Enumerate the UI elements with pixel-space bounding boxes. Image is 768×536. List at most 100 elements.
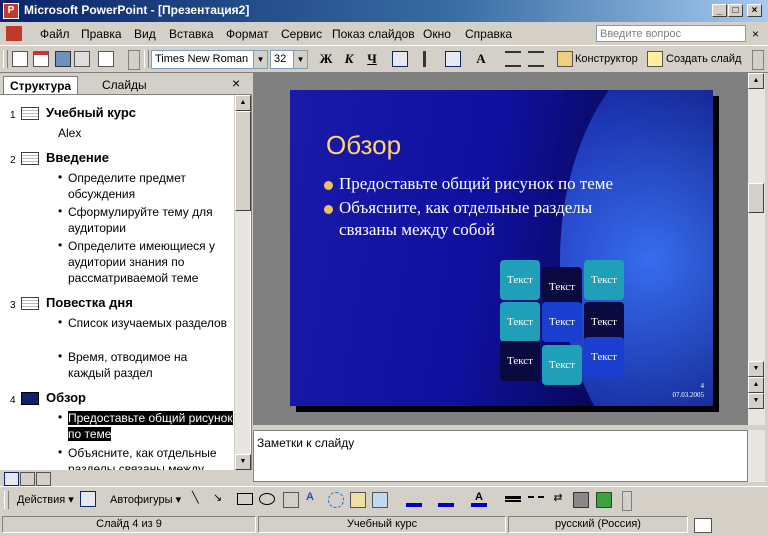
bold-button[interactable]: Ж bbox=[318, 51, 334, 67]
numbered-list-icon[interactable] bbox=[423, 51, 439, 67]
scroll-thumb[interactable] bbox=[748, 183, 764, 213]
tab-slides[interactable]: Слайды bbox=[96, 76, 153, 94]
minimize-button[interactable]: _ bbox=[712, 4, 727, 17]
font-size-select[interactable]: 32 ▼ bbox=[270, 50, 308, 69]
slide-title[interactable]: Обзор bbox=[326, 130, 401, 161]
clipart-icon[interactable] bbox=[350, 492, 366, 508]
outline-slide-title[interactable]: Учебный курс bbox=[46, 105, 136, 120]
slide-icon[interactable] bbox=[21, 297, 39, 310]
print-icon[interactable] bbox=[74, 51, 90, 67]
shadow-style-icon[interactable] bbox=[573, 492, 589, 508]
oval-tool-icon[interactable] bbox=[259, 493, 275, 505]
diagram-icon[interactable] bbox=[328, 492, 344, 508]
line-style-icon[interactable] bbox=[505, 496, 521, 502]
autoshapes-menu[interactable]: Автофигуры ▾ bbox=[110, 493, 181, 506]
save-icon[interactable] bbox=[55, 51, 71, 67]
previous-slide-icon[interactable]: ▲ bbox=[748, 377, 764, 393]
arrow-tool-icon[interactable]: ↘ bbox=[213, 491, 229, 507]
outline-bullet[interactable]: Определите предмет обсуждения bbox=[68, 170, 233, 202]
picture-icon[interactable] bbox=[372, 492, 388, 508]
slide-icon[interactable] bbox=[21, 152, 39, 165]
slide-icon-selected[interactable] bbox=[21, 392, 39, 405]
menu-format[interactable]: Формат bbox=[226, 27, 269, 41]
underline-button[interactable]: Ч bbox=[364, 51, 380, 67]
outline-subtitle[interactable]: Alex bbox=[58, 125, 223, 141]
toolbar-grip-2[interactable] bbox=[144, 50, 149, 68]
maximize-button[interactable]: □ bbox=[728, 4, 743, 17]
outline-bullet[interactable]: Сформулируйте тему для аудитории bbox=[68, 204, 233, 236]
italic-button[interactable]: К bbox=[341, 51, 357, 67]
outline-bullet[interactable]: Список изучаемых разделов bbox=[68, 315, 233, 331]
menu-tools[interactable]: Сервис bbox=[281, 27, 322, 41]
menu-view[interactable]: Вид bbox=[134, 27, 156, 41]
outline-bullet-selected[interactable]: Предоставьте общий рисунок по теме bbox=[68, 410, 233, 442]
scroll-up-icon[interactable]: ▲ bbox=[235, 95, 251, 111]
notes-pane[interactable]: Заметки к слайду bbox=[253, 430, 748, 482]
pane-close-icon[interactable]: × bbox=[232, 75, 240, 91]
outline-bullet[interactable]: Определите имеющиеся у аудитории знания … bbox=[68, 238, 233, 286]
menu-slideshow[interactable]: Показ слайдов bbox=[332, 27, 415, 41]
bulleted-list-icon[interactable] bbox=[445, 51, 461, 67]
toolbar-options-icon-2[interactable] bbox=[752, 50, 764, 70]
outline-slide-title[interactable]: Повестка дня bbox=[46, 295, 133, 310]
wordart-icon[interactable]: A bbox=[306, 491, 322, 507]
normal-view-icon[interactable] bbox=[4, 472, 19, 486]
document-icon[interactable] bbox=[6, 26, 22, 41]
chevron-down-icon[interactable]: ▼ bbox=[253, 51, 267, 68]
3d-style-icon[interactable] bbox=[596, 492, 612, 508]
slide-bullet-text[interactable]: Объясните, как отдельные разделы связаны… bbox=[339, 197, 639, 241]
new-document-icon[interactable] bbox=[12, 51, 28, 67]
align-left-icon[interactable] bbox=[392, 51, 408, 67]
increase-indent-icon[interactable] bbox=[528, 51, 544, 67]
dash-style-icon[interactable] bbox=[528, 496, 544, 502]
spelling-icon[interactable] bbox=[694, 518, 712, 533]
font-name-select[interactable]: Times New Roman ▼ bbox=[151, 50, 268, 69]
close-button[interactable]: × bbox=[747, 4, 762, 17]
designer-icon[interactable] bbox=[557, 51, 573, 67]
outline-content[interactable]: 1 Учебный курс Alex 2 Введение • Определ… bbox=[0, 95, 234, 470]
line-color-icon[interactable] bbox=[438, 491, 454, 507]
menu-window[interactable]: Окно bbox=[423, 27, 451, 41]
font-color-icon[interactable]: A bbox=[471, 491, 487, 507]
line-tool-icon[interactable]: ╲ bbox=[192, 491, 208, 507]
slide-bullet-text[interactable]: Предоставьте общий рисунок по теме bbox=[339, 173, 669, 195]
fill-color-icon[interactable] bbox=[406, 491, 422, 507]
copy-icon[interactable] bbox=[98, 51, 114, 67]
toolbar-options-icon-3[interactable] bbox=[622, 491, 632, 511]
tab-outline[interactable]: Структура bbox=[3, 76, 79, 94]
help-search-input[interactable]: Введите вопрос bbox=[596, 25, 746, 42]
chevron-down-icon[interactable]: ▼ bbox=[293, 51, 307, 68]
notes-scrollbar[interactable] bbox=[748, 430, 765, 482]
slide-icon[interactable] bbox=[21, 107, 39, 120]
puzzle-graphic[interactable]: Текст Текст Текст Текст Текст Текст Текс… bbox=[495, 255, 635, 385]
scroll-down-icon[interactable]: ▼ bbox=[748, 361, 764, 377]
decrease-indent-icon[interactable] bbox=[505, 51, 521, 67]
textbox-tool-icon[interactable] bbox=[283, 492, 299, 508]
scroll-up-icon[interactable]: ▲ bbox=[748, 73, 764, 89]
scroll-down-icon[interactable]: ▼ bbox=[235, 454, 251, 470]
increase-font-icon[interactable]: A bbox=[473, 51, 489, 67]
actions-menu[interactable]: Действия ▾ bbox=[17, 493, 74, 506]
arrow-style-icon[interactable]: ⇄ bbox=[550, 491, 566, 507]
powerpoint-icon[interactable]: P bbox=[3, 3, 19, 19]
outline-scrollbar[interactable]: ▲ ▼ bbox=[234, 95, 251, 470]
new-slide-icon[interactable] bbox=[647, 51, 663, 67]
scroll-thumb[interactable] bbox=[235, 111, 251, 211]
outline-slide-title[interactable]: Введение bbox=[46, 150, 109, 165]
designer-button[interactable]: Конструктор bbox=[575, 53, 638, 65]
help-close-icon[interactable]: × bbox=[752, 27, 759, 41]
slide-sorter-icon[interactable] bbox=[20, 472, 35, 486]
menu-edit[interactable]: Правка bbox=[81, 27, 122, 41]
menu-help[interactable]: Справка bbox=[465, 27, 512, 41]
slide-canvas[interactable]: Обзор Предоставьте общий рисунок по теме… bbox=[290, 90, 713, 406]
slideshow-view-icon[interactable] bbox=[36, 472, 51, 486]
rectangle-tool-icon[interactable] bbox=[237, 493, 253, 505]
menu-insert[interactable]: Вставка bbox=[169, 27, 214, 41]
select-pointer-icon[interactable] bbox=[80, 491, 96, 507]
toolbar-options-icon[interactable] bbox=[128, 50, 140, 70]
new-slide-button[interactable]: Создать слайд bbox=[666, 53, 741, 65]
menu-file[interactable]: Файл bbox=[40, 27, 70, 41]
slide-scrollbar[interactable]: ▲ ▼ ▲ ▼ bbox=[748, 73, 765, 425]
toolbar-grip[interactable] bbox=[4, 491, 9, 509]
open-icon[interactable] bbox=[33, 51, 49, 67]
